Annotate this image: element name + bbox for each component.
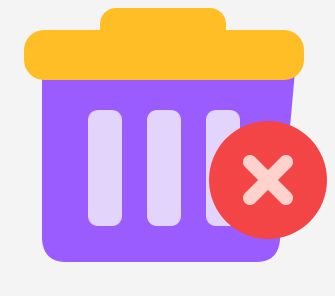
delete-badge <box>209 121 327 239</box>
trash-delete-graphic <box>0 0 335 296</box>
trash-slot-middle <box>147 110 181 226</box>
trash-slot-left <box>88 110 122 226</box>
trash-delete-icon <box>24 8 327 262</box>
trash-lid <box>24 30 304 80</box>
